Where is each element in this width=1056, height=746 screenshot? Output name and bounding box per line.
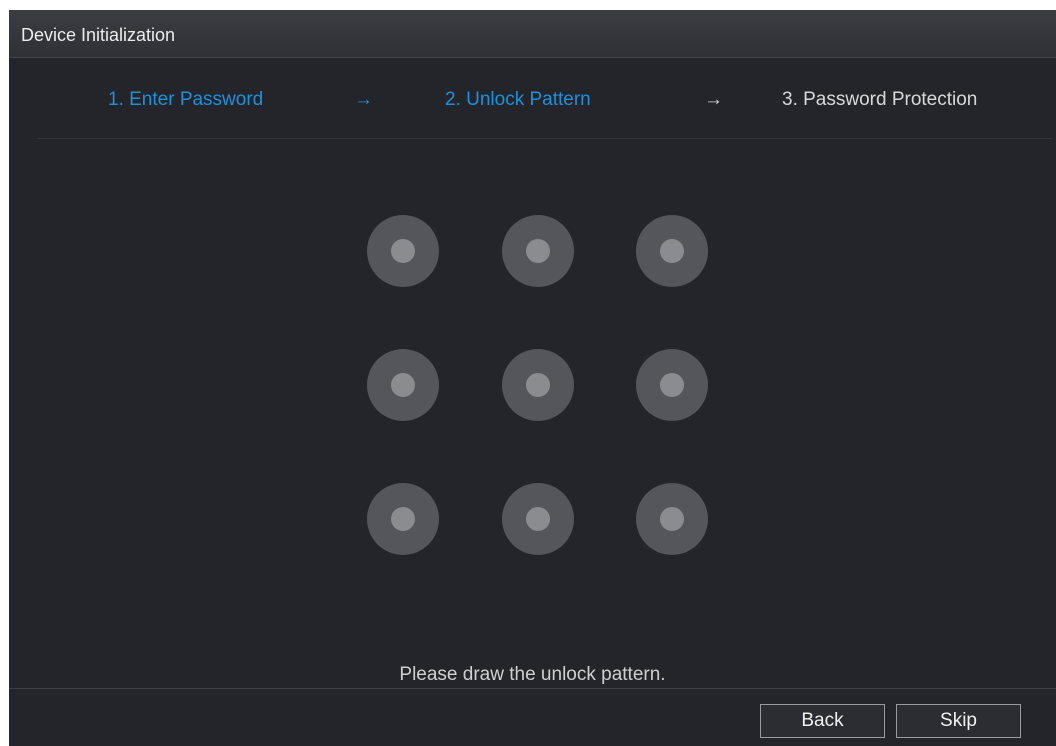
wizard-steps: 1. Enter Password → 2. Unlock Pattern → … bbox=[9, 58, 1056, 138]
step-password-protection: 3. Password Protection bbox=[782, 89, 978, 110]
pattern-dot-icon bbox=[660, 507, 684, 531]
pattern-dot-3-1[interactable] bbox=[367, 483, 439, 555]
pattern-dot-3-3[interactable] bbox=[636, 483, 708, 555]
title-bar: Device Initialization bbox=[9, 10, 1056, 58]
pattern-dot-2-3[interactable] bbox=[636, 349, 708, 421]
steps-divider bbox=[37, 138, 1052, 139]
skip-button[interactable]: Skip bbox=[896, 704, 1021, 738]
right-arrow-icon: → bbox=[704, 89, 723, 110]
step-unlock-pattern: 2. Unlock Pattern bbox=[445, 89, 591, 110]
pattern-dot-icon bbox=[391, 507, 415, 531]
right-arrow-icon: → bbox=[354, 89, 373, 110]
pattern-dot-icon bbox=[660, 239, 684, 263]
pattern-dot-icon bbox=[526, 373, 550, 397]
pattern-dot-icon bbox=[526, 507, 550, 531]
device-initialization-window: Device Initialization 1. Enter Password … bbox=[9, 10, 1056, 746]
pattern-dot-2-2[interactable] bbox=[502, 349, 574, 421]
unlock-pattern-grid[interactable] bbox=[367, 215, 709, 555]
back-button[interactable]: Back bbox=[760, 704, 885, 738]
pattern-dot-icon bbox=[391, 239, 415, 263]
pattern-dot-icon bbox=[391, 373, 415, 397]
pattern-dot-1-3[interactable] bbox=[636, 215, 708, 287]
pattern-hint: Please draw the unlock pattern. bbox=[399, 664, 666, 685]
pattern-dot-icon bbox=[526, 239, 550, 263]
pattern-dot-2-1[interactable] bbox=[367, 349, 439, 421]
pattern-dot-3-2[interactable] bbox=[502, 483, 574, 555]
step-enter-password: 1. Enter Password bbox=[108, 89, 264, 110]
footer-bar: Back Skip bbox=[9, 688, 1056, 746]
window-title: Device Initialization bbox=[21, 25, 176, 45]
pattern-dot-1-1[interactable] bbox=[367, 215, 439, 287]
pattern-dot-icon bbox=[660, 373, 684, 397]
pattern-dot-1-2[interactable] bbox=[502, 215, 574, 287]
